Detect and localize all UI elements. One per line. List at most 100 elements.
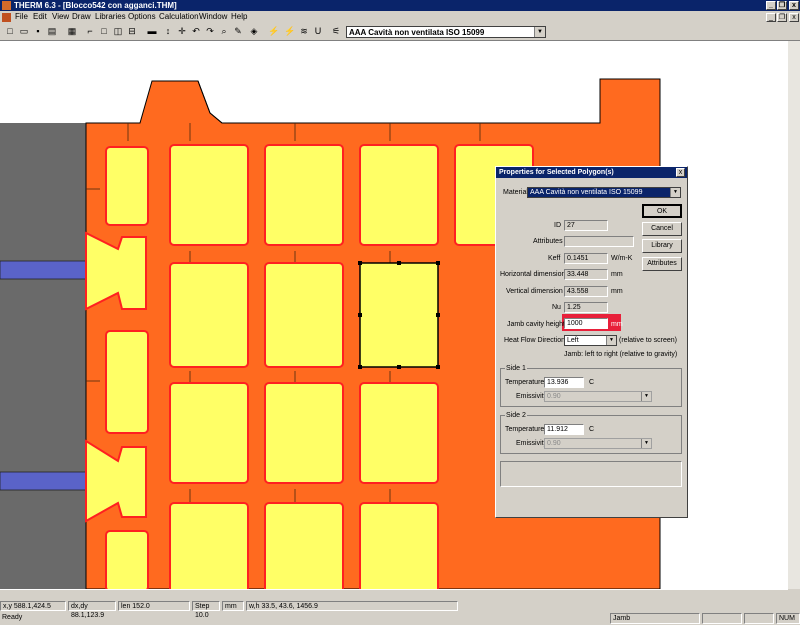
results-icon[interactable]: ⚡ (284, 25, 296, 37)
menu-file[interactable]: File (15, 11, 28, 23)
restore-button[interactable]: ❐ (777, 1, 787, 10)
menu-help[interactable]: Help (231, 11, 247, 23)
chevron-down-icon[interactable]: ▼ (641, 439, 651, 448)
side2-temperature-input[interactable]: 11.912 (544, 424, 584, 435)
zoom-icon[interactable]: ⌕ (218, 25, 230, 37)
menu-calculation[interactable]: Calculation (159, 11, 199, 23)
cavity[interactable] (169, 144, 249, 246)
show-results-icon[interactable]: ≋ (298, 25, 310, 37)
chevron-down-icon[interactable]: ▼ (641, 392, 651, 401)
cavity[interactable] (105, 146, 149, 226)
horizontal-dimension-value: 33.448 (564, 269, 608, 280)
material-combo-value: AAA Cavità non ventilata ISO 15099 (349, 28, 485, 37)
close-button[interactable]: x (789, 1, 799, 10)
side1-temperature-label: Temperature (505, 379, 545, 386)
boundary-condition-icon[interactable]: ⚟ (330, 25, 342, 37)
chevron-down-icon[interactable]: ▼ (606, 336, 616, 345)
attributes-label: Attributes (533, 238, 563, 245)
minimize-button[interactable]: _ (766, 1, 776, 10)
cavity[interactable] (359, 144, 439, 246)
print-icon[interactable]: ▤ (46, 25, 58, 37)
side1-group: Side 1 Temperature 13.936 C Emissivity 0… (500, 364, 682, 407)
cavity[interactable] (359, 502, 439, 589)
library-button[interactable]: Library (642, 239, 682, 253)
cavity[interactable] (359, 382, 439, 484)
side1-emissivity-value: 0.90 (547, 393, 561, 400)
jamb-cavity-height-label: Jamb cavity height (507, 321, 565, 328)
menu-options[interactable]: Options (128, 11, 156, 23)
open-icon[interactable]: ▭ (18, 25, 30, 37)
properties-icon[interactable]: ▦ (66, 25, 78, 37)
cavity[interactable] (169, 382, 249, 484)
undo-icon[interactable]: ↶ (190, 25, 202, 37)
cavity[interactable] (264, 382, 344, 484)
side2-title: Side 2 (505, 411, 527, 420)
new-icon[interactable]: □ (4, 25, 16, 37)
redo-icon[interactable]: ↷ (204, 25, 216, 37)
fill-void-icon[interactable]: ◫ (112, 25, 124, 37)
vertical-dimension-value: 43.558 (564, 286, 608, 297)
side2-group: Side 2 Temperature 11.912 C Emissivity 0… (500, 411, 682, 454)
cavity[interactable] (105, 330, 149, 434)
side1-title: Side 1 (505, 364, 527, 373)
vertical-scrollbar[interactable] (788, 41, 800, 589)
side1-temperature-input[interactable]: 13.936 (544, 377, 584, 388)
jamb-cavity-height-unit: mm (611, 321, 623, 328)
ok-button[interactable]: OK (642, 204, 682, 218)
pan-icon[interactable]: ✛ (176, 25, 188, 37)
cavity[interactable] (169, 262, 249, 368)
cavity[interactable] (264, 144, 344, 246)
title-bar: THERM 6.3 - [Blocco542 con agganci.THM] … (0, 0, 800, 11)
status-ready: Ready (2, 614, 23, 621)
boundary-icon[interactable]: ⊟ (126, 25, 138, 37)
cavity[interactable] (105, 530, 149, 589)
menu-libraries[interactable]: Libraries (95, 11, 126, 23)
mdi-minimize-button[interactable]: _ (766, 13, 776, 22)
side2-temperature-unit: C (589, 426, 595, 433)
unit-readout: mm (222, 601, 244, 611)
cavity[interactable] (264, 262, 344, 368)
horizontal-scrollbar[interactable] (0, 589, 788, 599)
chevron-down-icon[interactable]: ▼ (670, 188, 680, 197)
edit-points-icon[interactable]: ✎ (232, 25, 244, 37)
mdi-close-button[interactable]: x (789, 13, 799, 22)
status-cell (702, 613, 742, 624)
side1-temperature-unit: C (589, 379, 595, 386)
anchor-bar-bottom[interactable] (0, 471, 89, 491)
calculate-icon[interactable]: ⚡ (268, 25, 280, 37)
menu-edit[interactable]: Edit (33, 11, 47, 23)
keff-value: 0.1451 (564, 253, 608, 264)
side2-temperature-label: Temperature (505, 426, 545, 433)
wall-region[interactable] (0, 123, 86, 589)
chevron-down-icon[interactable]: ▼ (534, 27, 545, 37)
side2-emissivity-select[interactable]: 0.90 ▼ (544, 438, 652, 449)
dialog-close-button[interactable]: x (676, 168, 685, 177)
menu-draw[interactable]: Draw (72, 11, 91, 23)
mdi-restore-button[interactable]: ❐ (777, 13, 787, 22)
selected-cavity[interactable] (359, 262, 439, 368)
cancel-button[interactable]: Cancel (642, 222, 682, 236)
move-icon[interactable]: ↕ (162, 25, 174, 37)
vertical-dimension-label: Vertical dimension (506, 288, 563, 295)
menu-window[interactable]: Window (199, 11, 227, 23)
copy-points-icon[interactable]: ◈ (248, 25, 260, 37)
attributes-button[interactable]: Attributes (642, 257, 682, 271)
rectangle-icon[interactable]: □ (98, 25, 110, 37)
cursor-dxdy: dx,dy 88.1,123.9 (68, 601, 116, 619)
anchor-bar-top[interactable] (0, 260, 89, 280)
jamb-cavity-height-input[interactable]: 1000 (564, 318, 608, 329)
width-height-readout: w,h 33.5, 43.6, 1456.9 (246, 601, 458, 611)
cavity[interactable] (169, 502, 249, 589)
polygon-icon[interactable]: ⌐ (84, 25, 96, 37)
material-select[interactable]: AAA Cavità non ventilata ISO 15099 ▼ (527, 187, 681, 198)
menu-view[interactable]: View (52, 11, 69, 23)
save-icon[interactable]: ▪ (32, 25, 44, 37)
info-panel (500, 461, 682, 487)
side1-emissivity-select[interactable]: 0.90 ▼ (544, 391, 652, 402)
heat-flow-direction-select[interactable]: Left ▼ (564, 335, 617, 346)
window-title: THERM 6.3 - [Blocco542 con agganci.THM] (14, 1, 177, 10)
u-factor-icon[interactable]: U (312, 25, 324, 37)
cavity[interactable] (264, 502, 344, 589)
material-combo[interactable]: AAA Cavità non ventilata ISO 15099 ▼ (346, 26, 546, 38)
locator-icon[interactable]: ▬ (146, 25, 158, 37)
